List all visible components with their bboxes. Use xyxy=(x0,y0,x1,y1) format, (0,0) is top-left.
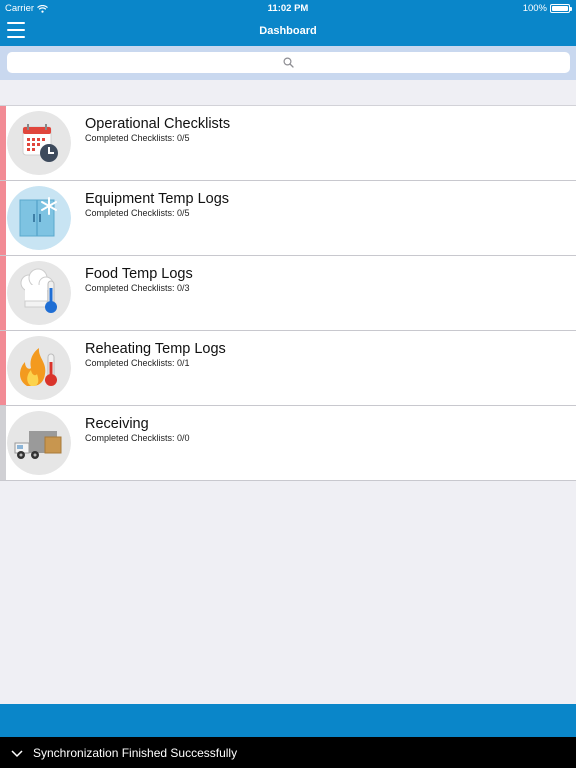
delivery-truck-icon xyxy=(7,411,71,475)
list-item-reheating-temp-logs[interactable]: Reheating Temp Logs Completed Checklists… xyxy=(0,331,576,406)
list-item-operational-checklists[interactable]: Operational Checklists Completed Checkli… xyxy=(0,106,576,181)
search-input[interactable] xyxy=(7,52,570,73)
item-title: Operational Checklists xyxy=(85,116,231,132)
item-title: Reheating Temp Logs xyxy=(85,341,226,357)
status-time: 11:02 PM xyxy=(267,3,309,14)
list-item-receiving[interactable]: Receiving Completed Checklists: 0/0 xyxy=(0,406,576,481)
flame-thermometer-icon xyxy=(7,336,71,400)
search-icon xyxy=(283,57,294,68)
item-subtitle: Completed Checklists: 0/5 xyxy=(85,133,190,143)
checklist-category-list: Operational Checklists Completed Checkli… xyxy=(0,105,576,481)
item-title: Receiving xyxy=(85,416,149,432)
item-subtitle: Completed Checklists: 0/1 xyxy=(85,358,190,368)
status-bar: Carrier 11:02 PM 100% xyxy=(0,0,576,16)
page-title: Dashboard xyxy=(259,25,317,37)
sync-status-toast[interactable]: Synchronization Finished Successfully xyxy=(0,737,576,768)
item-title: Equipment Temp Logs xyxy=(85,191,230,207)
search-bar xyxy=(0,46,576,80)
item-subtitle: Completed Checklists: 0/3 xyxy=(85,283,190,293)
status-accent-bar xyxy=(0,331,6,405)
freezer-icon xyxy=(7,186,71,250)
item-title: Food Temp Logs xyxy=(85,266,193,282)
chevron-down-icon[interactable] xyxy=(10,746,24,760)
list-item-equipment-temp-logs[interactable]: Equipment Temp Logs Completed Checklists… xyxy=(0,181,576,256)
item-subtitle: Completed Checklists: 0/0 xyxy=(85,433,190,443)
status-accent-bar xyxy=(0,181,6,255)
battery-indicator: 100% xyxy=(522,3,572,14)
toast-message: Synchronization Finished Successfully xyxy=(33,745,238,760)
status-accent-bar xyxy=(0,256,6,330)
status-accent-bar xyxy=(0,106,6,180)
list-item-food-temp-logs[interactable]: Food Temp Logs Completed Checklists: 0/3 xyxy=(0,256,576,331)
status-accent-bar xyxy=(0,406,6,480)
calendar-clock-icon xyxy=(7,111,71,175)
item-subtitle: Completed Checklists: 0/5 xyxy=(85,208,190,218)
navigation-bar: Dashboard xyxy=(0,16,576,46)
bottom-toolbar xyxy=(0,704,576,737)
battery-icon xyxy=(550,4,572,13)
battery-percent: 100% xyxy=(522,3,547,14)
chef-hat-thermometer-icon xyxy=(7,261,71,325)
